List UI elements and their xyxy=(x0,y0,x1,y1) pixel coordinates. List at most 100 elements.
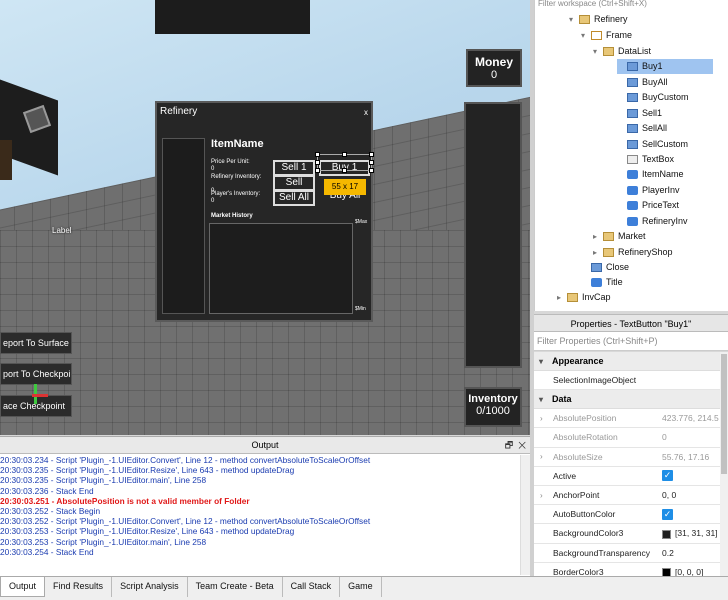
teleport-surface-button[interactable]: eport To Surface xyxy=(0,332,72,354)
min-label: $Min xyxy=(355,306,366,312)
output-scrollbar[interactable] xyxy=(520,455,530,575)
resize-handle-l[interactable] xyxy=(315,160,320,165)
property-row-backgroundcolor3[interactable]: BackgroundColor3 [31, 31, 31] xyxy=(534,524,728,544)
teleport-checkpoint-button[interactable]: port To Checkpoint xyxy=(0,363,72,385)
player-inventory-value: 0 xyxy=(211,198,215,204)
resize-handle-r[interactable] xyxy=(369,160,374,165)
checkbox-checked-icon[interactable]: ✓ xyxy=(662,470,673,482)
property-row-backgroundtransparency[interactable]: BackgroundTransparency 0.2 xyxy=(534,544,728,563)
explorer-item-title[interactable]: Title xyxy=(581,275,623,290)
tab-team-create-beta[interactable]: Team Create - Beta xyxy=(188,577,283,597)
explorer-item-datalist[interactable]: ▾ DataList xyxy=(593,44,651,59)
explorer-filter-input[interactable]: Filter workspace (Ctrl+Shift+X) xyxy=(535,0,728,9)
sell-1-button[interactable]: Sell 1 xyxy=(273,160,315,176)
tab-find-results[interactable]: Find Results xyxy=(45,577,113,597)
explorer-item-market[interactable]: ▸ Market xyxy=(593,229,646,244)
refinery-close-button[interactable]: x xyxy=(364,108,368,117)
data-rows: › AbsolutePosition 423.776, 214.5 AbsoluteR… xyxy=(534,409,728,600)
property-row-selectionimageobject[interactable]: SelectionImageObject xyxy=(534,371,728,391)
property-value[interactable]: ✓ xyxy=(660,470,728,482)
explorer-item-playerinv[interactable]: PlayerInv xyxy=(617,183,680,198)
explorer-item-buy1[interactable]: Buy1 xyxy=(617,59,713,74)
sell-button[interactable]: Sell xyxy=(273,175,315,191)
tab-game[interactable]: Game xyxy=(340,577,382,597)
output-panel[interactable]: Output 🗗 ✕ 20:30:03.234 - Script 'Plugin… xyxy=(0,436,530,576)
resize-handle-tr[interactable] xyxy=(369,152,374,157)
checkbox-checked-icon[interactable]: ✓ xyxy=(662,508,673,520)
sell-all-button[interactable]: Sell All xyxy=(273,190,315,206)
explorer-item-refinery[interactable]: ▾ Refinery xyxy=(569,12,628,27)
script-icon xyxy=(591,278,602,288)
explorer-item-close[interactable]: Close xyxy=(581,260,629,275)
explorer-item-frame[interactable]: ▾ Frame xyxy=(581,28,632,43)
item-list[interactable] xyxy=(162,138,205,314)
tab-output[interactable]: Output xyxy=(0,577,46,597)
selection-box[interactable] xyxy=(315,152,374,173)
expand-arrow-icon[interactable]: › xyxy=(540,491,543,500)
game-viewport[interactable]: Label eport To Surface port To Checkpoin… xyxy=(0,0,530,435)
output-line: 20:30:03.253 - Script 'Plugin_-1.UIEdito… xyxy=(0,536,207,547)
property-row-absoluterotation[interactable]: AbsoluteRotation 0 xyxy=(534,428,728,448)
color-swatch[interactable] xyxy=(662,529,671,539)
output-line: 20:30:03.235 - Script 'Plugin_-1.UIEdito… xyxy=(0,475,207,486)
explorer-item-refineryshop[interactable]: ▸ RefineryShop xyxy=(593,245,673,260)
explorer-item-sell1[interactable]: Sell1 xyxy=(617,106,662,121)
section-data[interactable]: ▾ Data xyxy=(534,390,728,410)
output-line: 20:30:03.252 - Script 'Plugin_-1.UIEdito… xyxy=(0,516,371,527)
explorer-item-sellall[interactable]: SellAll xyxy=(617,121,667,136)
explorer-item-itemname[interactable]: ItemName xyxy=(617,167,684,182)
expand-arrow-icon[interactable]: ▾ xyxy=(569,12,579,27)
explorer-item-label: Buy1 xyxy=(642,61,663,71)
property-value[interactable]: 0, 0 xyxy=(660,490,728,500)
move-axis-x-handle[interactable] xyxy=(32,394,48,397)
explorer-item-sellcustom[interactable]: SellCustom xyxy=(617,137,688,152)
property-row-anchorpoint[interactable]: › AnchorPoint 0, 0 xyxy=(534,486,728,506)
scrollbar-thumb[interactable] xyxy=(721,354,727,474)
collapse-arrow-icon[interactable]: ▾ xyxy=(539,352,543,371)
property-row-autobuttoncolor[interactable]: AutoButtonColor ✓ xyxy=(534,505,728,525)
section-appearance[interactable]: ▾ Appearance xyxy=(534,352,728,371)
tab-script-analysis[interactable]: Script Analysis xyxy=(112,577,188,597)
close-icon[interactable]: ✕ xyxy=(518,440,526,450)
properties-filter-input[interactable]: Filter Properties (Ctrl+Shift+P) xyxy=(534,332,728,351)
tab-call-stack[interactable]: Call Stack xyxy=(283,577,341,597)
explorer-item-invcap[interactable]: ▸ InvCap xyxy=(557,290,611,305)
bottom-tabs: Output Find Results Script Analysis Team Cr… xyxy=(0,576,728,600)
explorer-item-textbox[interactable]: TextBox xyxy=(617,152,674,167)
expand-arrow-icon[interactable]: ▾ xyxy=(581,28,591,43)
resize-handle-bl[interactable] xyxy=(315,168,320,173)
property-row-absoluteposition[interactable]: › AbsolutePosition 423.776, 214.5 xyxy=(534,409,728,429)
explorer-item-label: BuyAll xyxy=(642,77,668,87)
expand-arrow-icon[interactable]: ▸ xyxy=(557,290,567,305)
resize-handle-tl[interactable] xyxy=(315,152,320,157)
resize-handle-b[interactable] xyxy=(342,168,347,173)
resize-handle-br[interactable] xyxy=(369,168,374,173)
explorer-item-buyall[interactable]: BuyAll xyxy=(617,75,668,90)
refinery-frame[interactable]: Refinery x ItemName Price Per Unit: 0 Re… xyxy=(155,101,374,322)
property-value[interactable]: 0.2 xyxy=(660,548,728,558)
property-value[interactable]: [31, 31, 31] xyxy=(660,528,728,539)
explorer-item-buycustom[interactable]: BuyCustom xyxy=(617,90,689,105)
right-side-panel xyxy=(464,102,522,368)
expand-arrow-icon[interactable]: ▸ xyxy=(593,229,603,244)
properties-panel[interactable]: ▾ Appearance SelectionImageObject ▾ Data ›… xyxy=(534,352,728,600)
properties-scrollbar[interactable] xyxy=(720,352,728,600)
property-row-active[interactable]: Active ✓ xyxy=(534,467,728,486)
dock-icon[interactable]: 🗗 xyxy=(505,440,513,450)
expand-arrow-icon[interactable]: › xyxy=(540,452,543,461)
output-line: 20:30:03.234 - Script 'Plugin_-1.UIEdito… xyxy=(0,455,371,465)
explorer-item-refineryinv[interactable]: RefineryInv xyxy=(617,214,688,229)
expand-arrow-icon[interactable]: ▾ xyxy=(593,44,603,59)
expand-arrow-icon[interactable]: ▸ xyxy=(593,245,603,260)
textbox-icon xyxy=(627,155,638,165)
property-value[interactable]: ✓ xyxy=(660,508,728,520)
explorer-panel[interactable]: Filter workspace (Ctrl+Shift+X) ▾ Refiner… xyxy=(534,0,728,311)
explorer-item-pricetext[interactable]: PriceText xyxy=(617,198,679,213)
collapse-arrow-icon[interactable]: ▾ xyxy=(539,390,543,409)
property-name: BackgroundColor3 xyxy=(553,528,624,539)
expand-arrow-icon[interactable]: › xyxy=(540,414,543,423)
folder-icon xyxy=(603,47,614,57)
resize-handle-t[interactable] xyxy=(342,152,347,157)
explorer-item-label: PriceText xyxy=(642,200,680,210)
property-row-absolutesize[interactable]: › AbsoluteSize 55.76, 17.16 xyxy=(534,448,728,467)
